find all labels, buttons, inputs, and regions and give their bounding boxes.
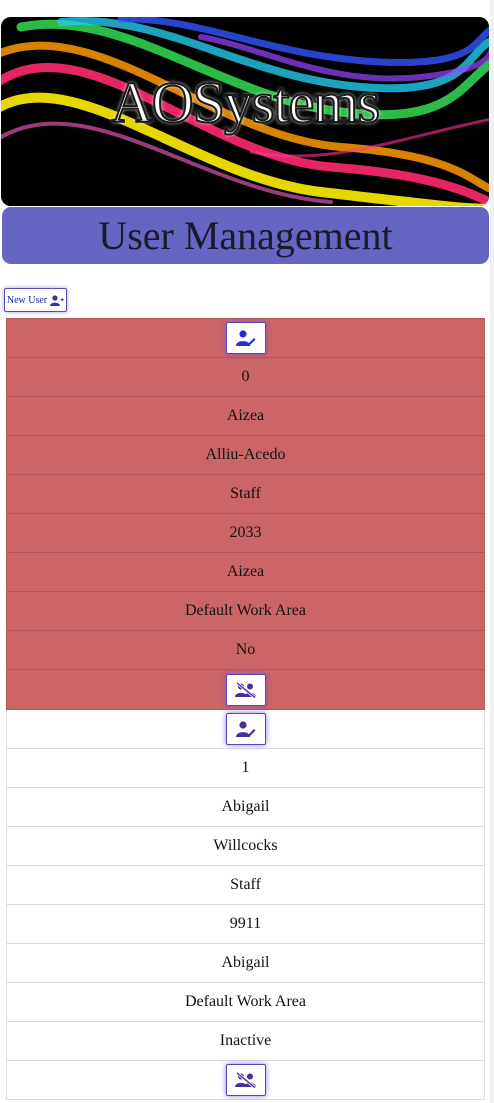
user-pin: 9911 bbox=[7, 905, 484, 944]
user-work-area: Default Work Area bbox=[7, 983, 484, 1022]
user-pin: 2033 bbox=[7, 514, 484, 553]
user-last-name: Alliu-Acedo bbox=[7, 436, 484, 475]
user-record: 1 Abigail Willcocks Staff 9911 Abigail D… bbox=[6, 710, 485, 1100]
new-user-label: New User bbox=[6, 294, 48, 306]
edit-cell bbox=[7, 319, 484, 358]
user-role: Staff bbox=[7, 866, 484, 905]
delete-user-button[interactable] bbox=[225, 673, 266, 706]
banner: AOSystems bbox=[1, 17, 489, 206]
page-header: User Management bbox=[2, 207, 489, 264]
user-work-area: Default Work Area bbox=[7, 592, 484, 631]
edit-user-button[interactable] bbox=[225, 713, 266, 745]
user-delete-icon bbox=[234, 681, 257, 698]
user-record: 0 Aizea Alliu-Acedo Staff 2033 Aizea Def… bbox=[6, 318, 485, 710]
user-table: 0 Aizea Alliu-Acedo Staff 2033 Aizea Def… bbox=[6, 318, 485, 1100]
edit-user-button[interactable] bbox=[225, 322, 266, 354]
user-display-name: Aizea bbox=[7, 553, 484, 592]
user-status: Inactive bbox=[7, 1022, 484, 1061]
company-logo: AOSystems bbox=[110, 69, 381, 136]
user-first-name: Aizea bbox=[7, 397, 484, 436]
user-plus-icon bbox=[50, 294, 64, 306]
user-id: 1 bbox=[7, 749, 484, 788]
user-display-name: Abigail bbox=[7, 944, 484, 983]
user-id: 0 bbox=[7, 358, 484, 397]
delete-cell bbox=[7, 670, 484, 709]
user-edit-icon bbox=[235, 721, 256, 737]
user-status: No bbox=[7, 631, 484, 670]
delete-cell bbox=[7, 1061, 484, 1100]
user-first-name: Abigail bbox=[7, 788, 484, 827]
edit-cell bbox=[7, 710, 484, 749]
new-user-button[interactable]: New User bbox=[4, 288, 67, 312]
delete-user-button[interactable] bbox=[225, 1064, 266, 1096]
user-last-name: Willcocks bbox=[7, 827, 484, 866]
user-role: Staff bbox=[7, 475, 484, 514]
scrollbar[interactable] bbox=[490, 0, 494, 1103]
page-title: User Management bbox=[98, 213, 393, 258]
user-delete-icon bbox=[234, 1072, 257, 1088]
user-edit-icon bbox=[235, 330, 256, 346]
